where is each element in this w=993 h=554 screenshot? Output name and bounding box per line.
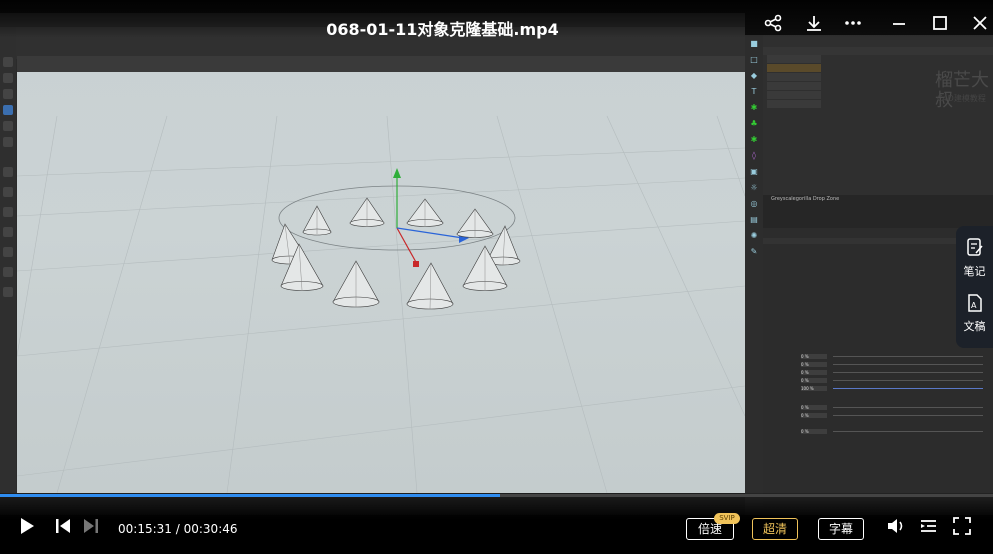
- attribute-value[interactable]: 0 %: [801, 429, 827, 434]
- move-tool-icon: [3, 105, 13, 115]
- tool-icon: [3, 57, 13, 67]
- attribute-value[interactable]: 0 %: [801, 362, 827, 367]
- side-tools-panel: 笔记 A 文稿: [956, 226, 993, 348]
- minimize-icon[interactable]: [888, 14, 910, 36]
- c4d-viewport: [17, 56, 745, 493]
- document-label[interactable]: 文稿: [956, 318, 993, 334]
- light-icon: ☼: [750, 183, 758, 192]
- tool-icon: [3, 287, 13, 297]
- cube-icon: ◆: [750, 71, 758, 80]
- cube-icon: ■: [750, 39, 758, 48]
- object-row[interactable]: [767, 64, 821, 72]
- tool-icon: [3, 187, 13, 197]
- svg-text:A: A: [971, 301, 977, 310]
- attribute-row: 0 %: [767, 404, 989, 411]
- square-icon: □: [750, 55, 758, 64]
- attribute-row: 0 %: [767, 412, 989, 419]
- attribute-row: 0 %: [767, 377, 989, 384]
- camera-icon: ▣: [750, 167, 758, 176]
- object-row[interactable]: [767, 100, 821, 108]
- camera-icon: ▤: [750, 215, 758, 224]
- tool-icon: [3, 137, 13, 147]
- tool-icon: [3, 73, 13, 83]
- notes-icon[interactable]: [967, 238, 983, 260]
- previous-icon[interactable]: [52, 516, 74, 543]
- tool-icon: [3, 227, 13, 237]
- quality-button[interactable]: 超清: [752, 518, 798, 540]
- tool-icon: [3, 89, 13, 99]
- cloner-icon: ♣: [750, 119, 758, 128]
- object-row[interactable]: [767, 82, 821, 90]
- object-manager-header: [763, 47, 993, 55]
- volume-icon[interactable]: [884, 516, 908, 543]
- attribute-row: 0 %: [767, 353, 989, 360]
- svip-badge: SVIP: [714, 513, 740, 524]
- watermark-subtitle: C4D建模教程: [937, 94, 986, 103]
- attribute-value[interactable]: 0 %: [801, 405, 827, 410]
- attribute-row: 100 %: [767, 385, 989, 392]
- close-icon[interactable]: [969, 14, 991, 36]
- watermark-logo: 榴芒大叔: [935, 70, 989, 111]
- document-icon[interactable]: A: [967, 294, 983, 316]
- object-row[interactable]: [767, 73, 821, 81]
- pen-icon: ✎: [750, 247, 758, 256]
- drop-zone-panel: Greyscalegorilla Drop Zone: [763, 195, 993, 228]
- tool-icon: [3, 167, 13, 177]
- maximize-icon[interactable]: [929, 14, 951, 36]
- attribute-value[interactable]: 0 %: [801, 354, 827, 359]
- video-title: 068-01-11对象克隆基础.mp4: [326, 20, 559, 39]
- gear-icon: ✱: [750, 103, 758, 112]
- tool-icon: [3, 267, 13, 277]
- fullscreen-icon[interactable]: [950, 516, 974, 543]
- drop-zone-label: Greyscalegorilla Drop Zone: [771, 196, 840, 202]
- attribute-row: 0 %: [767, 428, 989, 435]
- right-icon-strip: ■ □ ◆ T ✱ ♣ ✱ ◊ ▣ ☼ ◎ ▤ ✺ ✎: [745, 35, 763, 515]
- more-icon[interactable]: [842, 14, 864, 36]
- time-separator: /: [175, 522, 180, 536]
- time-total: 00:30:46: [183, 522, 238, 536]
- attribute-value[interactable]: 0 %: [801, 413, 827, 418]
- tool-icon: [3, 121, 13, 131]
- notes-label[interactable]: 笔记: [956, 263, 993, 279]
- object-manager: 榴芒大叔 C4D建模教程: [763, 35, 993, 195]
- viewport-scene: [17, 115, 745, 493]
- attribute-value[interactable]: 0 %: [801, 370, 827, 375]
- download-icon[interactable]: [803, 14, 825, 36]
- next-icon[interactable]: [80, 516, 102, 543]
- deformer-icon: ◊: [752, 151, 756, 160]
- text-icon: T: [751, 87, 757, 96]
- object-row[interactable]: [767, 91, 821, 99]
- share-icon[interactable]: [762, 14, 784, 36]
- attribute-row: 0 %: [767, 369, 989, 376]
- progress-fill: [0, 494, 501, 497]
- tool-icon: [3, 247, 13, 257]
- time-display: 00:15:31 / 00:30:46: [118, 522, 238, 536]
- light-icon: ✺: [750, 231, 758, 240]
- playlist-icon[interactable]: [917, 516, 941, 543]
- object-row[interactable]: [767, 55, 821, 63]
- attribute-row: 0 %: [767, 361, 989, 368]
- attribute-value[interactable]: 100 %: [801, 386, 827, 391]
- attribute-value[interactable]: 0 %: [801, 378, 827, 383]
- globe-icon: ◎: [750, 199, 758, 208]
- gear-icon: ✱: [750, 135, 758, 144]
- subtitle-button[interactable]: 字幕: [818, 518, 864, 540]
- play-icon[interactable]: [16, 516, 38, 543]
- time-current: 00:15:31: [118, 522, 172, 536]
- c4d-left-toolbar: [0, 27, 16, 493]
- tool-icon: [3, 207, 13, 217]
